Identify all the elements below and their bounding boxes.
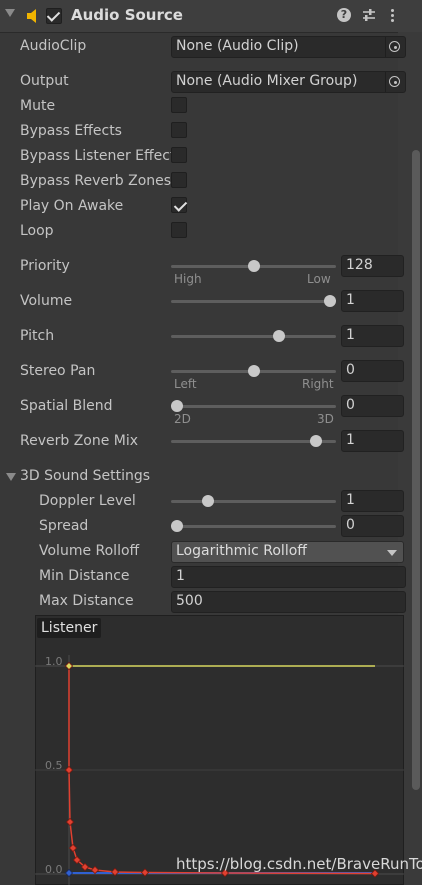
spread-slider[interactable] <box>171 520 336 532</box>
priority-slider[interactable] <box>171 260 336 272</box>
doppler-level-label: Doppler Level <box>39 493 136 509</box>
bypass-effects-label: Bypass Effects <box>20 123 122 139</box>
graph-y-label-top: 1.0 <box>45 655 63 668</box>
pitch-slider[interactable] <box>171 330 336 342</box>
listener-label: Listener <box>37 618 102 638</box>
3d-settings-foldout-icon[interactable] <box>6 473 16 481</box>
presets-icon[interactable] <box>362 8 376 22</box>
output-label: Output <box>20 73 69 89</box>
volume-rolloff-dropdown[interactable]: Logarithmic Rolloff <box>171 541 404 563</box>
max-distance-label: Max Distance <box>39 593 134 609</box>
bypass-effects-checkbox[interactable] <box>171 122 187 138</box>
reverb-zone-mix-slider-thumb[interactable] <box>310 435 323 447</box>
volume-slider[interactable] <box>171 295 336 307</box>
min-distance-input[interactable]: 1 <box>171 566 406 588</box>
bypass-reverb-zones-label: Bypass Reverb Zones <box>20 173 171 189</box>
spatial-blend-3d-hint: 3D <box>317 412 334 426</box>
spread-input[interactable]: 0 <box>341 515 404 537</box>
context-menu-icon[interactable] <box>391 8 395 24</box>
stereo-pan-label: Stereo Pan <box>20 363 96 379</box>
spatial-blend-label: Spatial Blend <box>20 398 113 414</box>
doppler-level-slider[interactable] <box>171 495 336 507</box>
rolloff-graph-canvas[interactable]: 1.0 0.5 0.0 <box>35 615 404 885</box>
graph-y-label-mid: 0.5 <box>45 759 63 772</box>
object-picker-icon[interactable] <box>385 37 404 57</box>
output-value: None (Audio Mixer Group) <box>176 73 358 89</box>
play-on-awake-label: Play On Awake <box>20 198 124 214</box>
spatial-blend-slider-thumb[interactable] <box>171 400 183 412</box>
bypass-listener-effects-checkbox[interactable] <box>171 147 187 163</box>
spatial-blend-2d-hint: 2D <box>174 412 191 426</box>
stereo-pan-left-hint: Left <box>174 377 197 391</box>
help-icon[interactable]: ? <box>337 8 351 22</box>
spatial-blend-value: 0 <box>346 397 355 413</box>
spatial-blend-input[interactable]: 0 <box>341 395 404 417</box>
foldout-arrow-icon[interactable] <box>5 9 15 17</box>
stereo-pan-value: 0 <box>346 362 355 378</box>
doppler-level-input[interactable]: 1 <box>341 490 404 512</box>
play-on-awake-checkbox[interactable] <box>171 197 188 213</box>
mute-label: Mute <box>20 98 56 114</box>
object-picker-icon[interactable] <box>385 72 404 92</box>
reverb-zone-mix-value: 1 <box>346 432 355 448</box>
audioclip-value: None (Audio Clip) <box>176 38 299 54</box>
reverb-zone-mix-slider[interactable] <box>171 435 336 447</box>
min-distance-value: 1 <box>176 568 185 584</box>
stereo-pan-input[interactable]: 0 <box>341 360 404 382</box>
pitch-slider-thumb[interactable] <box>273 330 285 342</box>
spread-value: 0 <box>346 517 355 533</box>
audioclip-label: AudioClip <box>20 38 87 54</box>
bypass-reverb-zones-checkbox[interactable] <box>171 172 187 188</box>
volume-label: Volume <box>20 293 73 309</box>
loop-label: Loop <box>20 223 54 239</box>
priority-label: Priority <box>20 258 70 274</box>
spread-slider-thumb[interactable] <box>171 520 183 532</box>
component-title: Audio Source <box>71 6 183 24</box>
scrollbar-thumb[interactable] <box>412 150 420 790</box>
reverb-zone-mix-input[interactable]: 1 <box>341 430 404 452</box>
spread-label: Spread <box>39 518 89 534</box>
loop-checkbox[interactable] <box>171 222 187 238</box>
priority-value: 128 <box>346 257 373 273</box>
component-enabled-checkbox[interactable] <box>46 8 62 24</box>
bypass-listener-effects-label: Bypass Listener Effects <box>20 148 171 164</box>
priority-input[interactable]: 128 <box>341 255 404 277</box>
priority-low-hint: Low <box>307 272 331 286</box>
reverb-zone-mix-label: Reverb Zone Mix <box>20 433 139 449</box>
pitch-value: 1 <box>346 327 355 343</box>
max-distance-value: 500 <box>176 593 203 609</box>
3d-sound-settings-header[interactable]: 3D Sound Settings <box>20 468 150 484</box>
volume-rolloff-label: Volume Rolloff <box>39 543 140 559</box>
volume-value: 1 <box>346 292 355 308</box>
priority-slider-thumb[interactable] <box>247 260 260 272</box>
volume-slider-thumb[interactable] <box>324 295 336 307</box>
volume-input[interactable]: 1 <box>341 290 404 312</box>
stereo-pan-right-hint: Right <box>302 377 334 391</box>
output-field[interactable]: None (Audio Mixer Group) <box>171 71 406 93</box>
spatial-blend-slider[interactable] <box>171 400 336 412</box>
audio-speaker-icon <box>27 9 36 23</box>
max-distance-input[interactable]: 500 <box>171 591 406 613</box>
stereo-pan-slider[interactable] <box>171 365 336 377</box>
dropdown-arrow-icon <box>387 550 397 556</box>
pitch-label: Pitch <box>20 328 55 344</box>
graph-y-label-bottom: 0.0 <box>45 863 63 876</box>
stereo-pan-slider-thumb[interactable] <box>247 365 260 377</box>
component-header <box>0 0 422 33</box>
pitch-input[interactable]: 1 <box>341 325 404 347</box>
watermark-text: https://blog.csdn.net/BraveRunTo <box>176 855 422 873</box>
mute-checkbox[interactable] <box>171 97 187 113</box>
volume-rolloff-value: Logarithmic Rolloff <box>176 543 307 559</box>
doppler-level-slider-thumb[interactable] <box>201 495 214 507</box>
min-distance-label: Min Distance <box>39 568 130 584</box>
doppler-level-value: 1 <box>346 492 355 508</box>
priority-high-hint: High <box>174 272 202 286</box>
audioclip-field[interactable]: None (Audio Clip) <box>171 36 406 58</box>
